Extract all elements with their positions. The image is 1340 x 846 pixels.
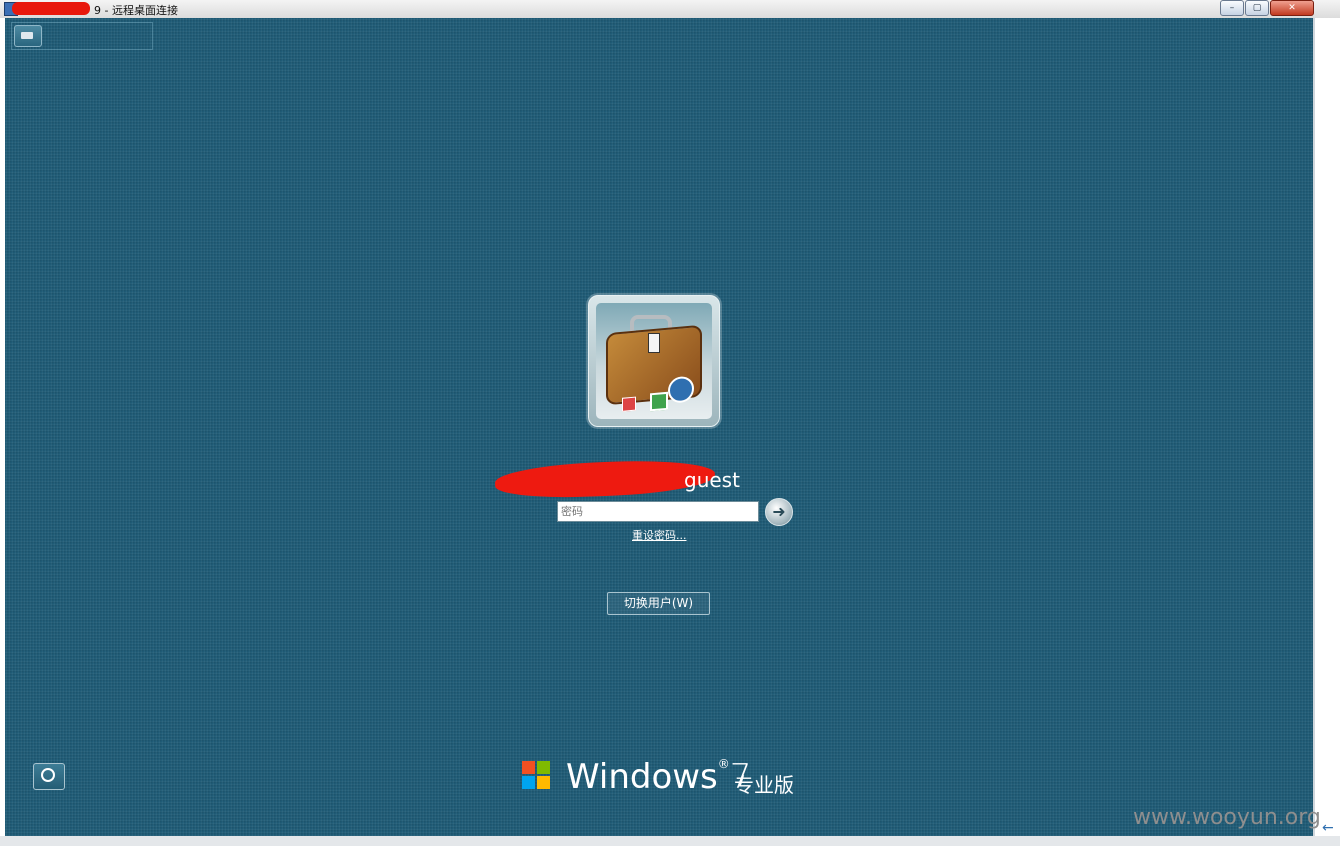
maximize-button[interactable]: ▢ bbox=[1245, 0, 1269, 16]
suitcase-avatar-icon bbox=[596, 303, 712, 419]
connection-toolbar bbox=[11, 22, 153, 50]
bottom-edge bbox=[0, 836, 1340, 846]
reset-password-link[interactable]: 重设密码... bbox=[632, 527, 687, 543]
submit-arrow-icon[interactable]: ➜ bbox=[765, 498, 793, 526]
minimize-button[interactable]: – bbox=[1220, 0, 1244, 16]
password-input[interactable] bbox=[557, 501, 759, 522]
brand-product: Windows®7 bbox=[566, 757, 752, 797]
brand-edition: 专业版 bbox=[734, 773, 794, 797]
login-screen bbox=[5, 18, 1315, 836]
title-bar: 9 - 远程桌面连接 – ▢ ✕ bbox=[0, 0, 1340, 18]
watermark: www.wooyun.org bbox=[1133, 805, 1321, 830]
close-button[interactable]: ✕ bbox=[1270, 0, 1314, 16]
switch-user-button[interactable]: 切换用户(W) bbox=[607, 592, 710, 615]
title-redaction bbox=[12, 2, 90, 15]
window-title: 9 - 远程桌面连接 bbox=[94, 4, 178, 17]
username-label: guest bbox=[684, 468, 740, 492]
ease-of-access-icon[interactable] bbox=[33, 763, 65, 790]
windows-flag-icon bbox=[522, 761, 552, 791]
user-avatar bbox=[588, 295, 720, 427]
keyboard-icon[interactable] bbox=[14, 25, 42, 47]
corner-arrow-icon: ← bbox=[1322, 820, 1334, 836]
